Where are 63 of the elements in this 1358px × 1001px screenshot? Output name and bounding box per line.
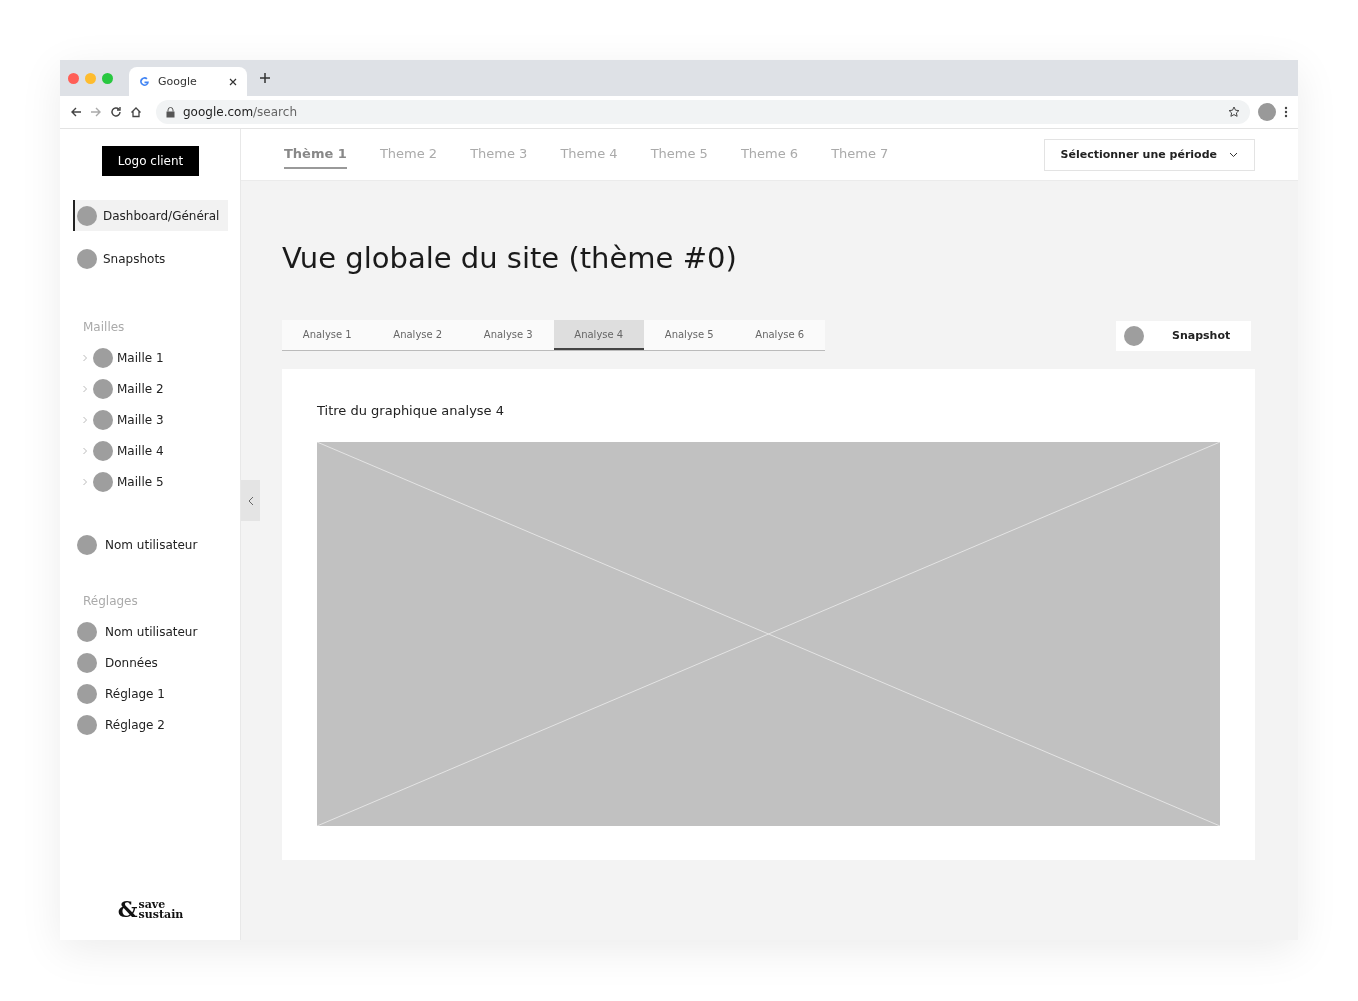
analysis-tab[interactable]: Analyse 3 [463, 320, 554, 350]
placeholder-icon [77, 205, 97, 226]
placeholder-icon [77, 621, 97, 642]
section-title: Mailles [83, 320, 126, 334]
chevron-icon[interactable] [81, 353, 89, 362]
sidebar-item[interactable]: Maille 4 [73, 435, 228, 466]
chart-title: Titre du graphique analyse 4 [317, 403, 505, 418]
placeholder-icon [1124, 325, 1144, 346]
chevron-icon[interactable] [81, 384, 89, 393]
sidebar-item[interactable]: Réglage 1 [73, 678, 228, 709]
sidebar-item[interactable]: Maille 1 [73, 342, 228, 373]
sidebar-item[interactable]: Maille 3 [73, 404, 228, 435]
caret-icon [1229, 151, 1238, 158]
analysis-tab[interactable]: Analyse 1 [282, 320, 373, 350]
analysis-tab[interactable]: Analyse 2 [372, 320, 463, 350]
sidebar-item[interactable]: Dashboard/Général [73, 200, 228, 231]
snapshot-button[interactable]: Snapshot [1116, 320, 1251, 351]
theme-tab[interactable]: Thème 1 [284, 140, 347, 169]
reload-icon[interactable] [110, 106, 122, 118]
placeholder-icon [93, 471, 113, 492]
client-logo: Logo client [101, 146, 200, 176]
menu-icon[interactable] [1284, 106, 1288, 118]
placeholder-icon [77, 714, 97, 735]
sidebar-item[interactable]: Réglage 2 [73, 709, 228, 740]
new-tab-icon[interactable] [259, 72, 271, 84]
maximize-window-icon[interactable] [102, 72, 113, 84]
collapse-handle[interactable] [241, 480, 260, 521]
user-item[interactable]: Nom utilisateur [73, 529, 228, 560]
address-bar[interactable]: google.com/search [156, 100, 1250, 124]
chevron-left-icon [247, 495, 254, 506]
minimize-window-icon[interactable] [85, 72, 96, 84]
close-icon[interactable] [229, 77, 237, 86]
placeholder-icon [77, 248, 97, 269]
analysis-tab[interactable]: Analyse 4 [553, 320, 644, 350]
back-icon[interactable] [70, 106, 82, 118]
period-dropdown[interactable]: Sélectionner une période [1043, 138, 1255, 171]
page-title: Vue globale du site (thème #0) [282, 241, 738, 275]
section-title: Réglages [83, 594, 139, 608]
placeholder-icon [93, 409, 113, 430]
chevron-icon[interactable] [81, 446, 89, 455]
placeholder-icon [77, 534, 97, 555]
sidebar-item[interactable]: Données [73, 647, 228, 678]
profile-avatar[interactable] [1258, 103, 1276, 121]
sidebar-item[interactable]: Snapshots [73, 243, 228, 274]
sidebar-item[interactable]: Maille 2 [73, 373, 228, 404]
placeholder-icon [93, 378, 113, 399]
home-icon[interactable] [130, 106, 142, 118]
forward-icon[interactable] [90, 106, 102, 118]
browser-tab[interactable]: Google [129, 67, 247, 96]
sidebar-item[interactable]: Maille 5 [73, 466, 228, 497]
chevron-icon[interactable] [81, 415, 89, 424]
close-window-icon[interactable] [68, 72, 79, 84]
analysis-tab[interactable]: Analyse 5 [644, 320, 735, 350]
chevron-icon[interactable] [81, 477, 89, 486]
g-logo-icon [139, 76, 150, 87]
placeholder-icon [77, 683, 97, 704]
placeholder-icon [93, 347, 113, 368]
placeholder-icon [93, 440, 113, 461]
placeholder-icon [77, 652, 97, 673]
star-icon[interactable] [1228, 106, 1240, 118]
analysis-tab[interactable]: Analyse 6 [734, 320, 825, 350]
lock-icon [166, 106, 175, 118]
sidebar-item[interactable]: Nom utilisateur [73, 616, 228, 647]
